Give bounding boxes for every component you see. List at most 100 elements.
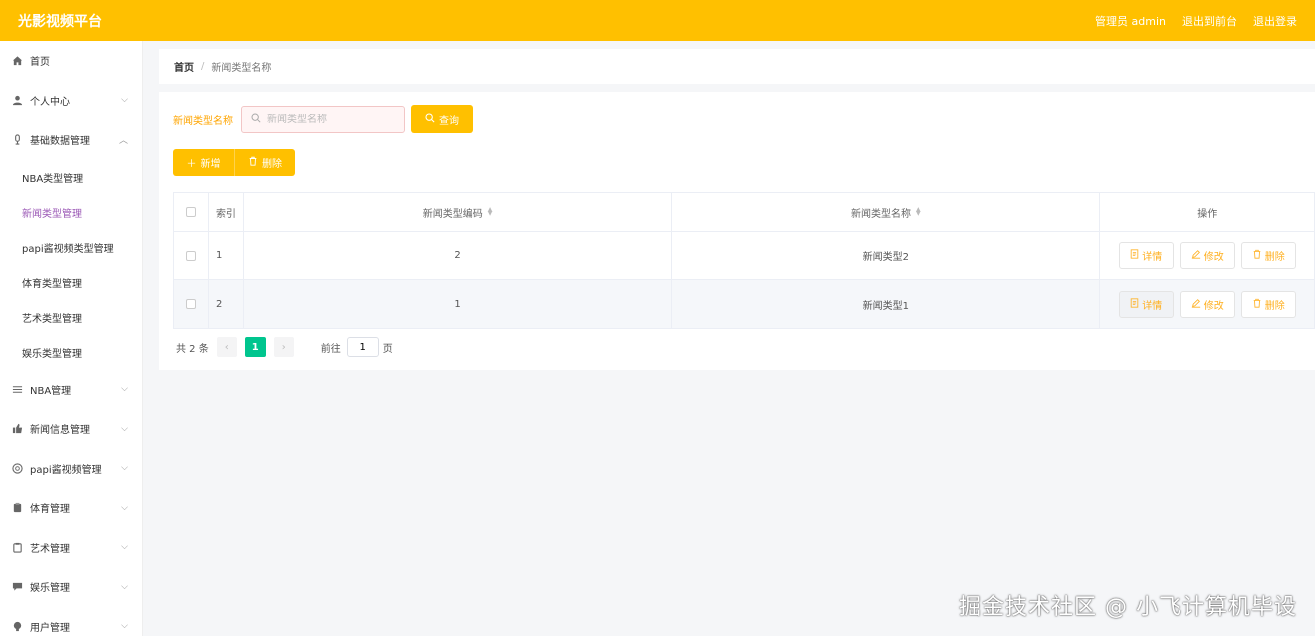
query-button[interactable]: 查询 [411,105,473,133]
sidebar-item-home[interactable]: 首页 [0,41,142,81]
delete-button[interactable]: 删除 [1240,290,1296,318]
sidebar-item-label: NBA管理 [30,385,72,397]
sidebar-item-label: 娱乐管理 [30,583,70,595]
delete-button-label: 删除 [1264,300,1285,312]
search-row: 新闻类型名称 查询 [173,105,473,133]
breadcrumb-home[interactable]: 首页 [174,59,194,74]
sidebar-item-users[interactable]: 用户管理 ⌵ [0,607,142,636]
row-name: 新闻类型1 [672,280,1101,328]
admin-label: 管理员 admin [1095,14,1166,28]
sidebar-subitem-ent-type[interactable]: 娱乐类型管理 [0,335,142,370]
sidebar-item-label: 首页 [30,57,50,69]
sidebar: 首页 个人中心 ⌵ 基础数据管理 ︿ NBA类型管理 新闻类型管理 papi酱视… [0,41,143,636]
search-icon [251,113,261,126]
sidebar-subitem-art-type[interactable]: 艺术类型管理 [0,300,142,335]
breadcrumb-current: 新闻类型名称 [211,63,272,74]
edit-icon [1191,298,1201,311]
delete-button[interactable]: 删除 [1240,242,1296,269]
home-icon [11,55,23,67]
page-number-active[interactable]: 1 [244,337,266,357]
breadcrumb: 首页 / 新闻类型名称 [159,49,1315,84]
sidebar-item-entertainment[interactable]: 娱乐管理 ⌵ [0,567,142,607]
bulb-icon [11,620,23,632]
header-check-cell [174,193,209,231]
sidebar-item-label: 用户管理 [30,622,70,634]
select-all-checkbox[interactable] [185,207,196,217]
header-code-label: 新闻类型编码 [422,208,483,220]
header-code[interactable]: 新闻类型编码 ▲ ▼ [244,193,673,231]
row-ops: 详情 修改 删除 [1100,280,1314,328]
thumb-icon [11,423,23,435]
watermark: 掘金技术社区 @ 小飞计算机毕设 [959,595,1297,620]
header-name[interactable]: 新闻类型名称 ▲ ▼ [672,193,1101,231]
row-index: 2 [209,280,244,328]
logout-link[interactable]: 退出登录 [1253,13,1297,29]
row-code: 1 [244,280,673,328]
trash-icon [1252,249,1262,262]
row-code: 2 [244,232,673,279]
next-page-button[interactable]: › [273,337,294,357]
header-name-label: 新闻类型名称 [850,208,911,220]
clipboard-icon [11,541,23,553]
detail-button[interactable]: 详情 [1118,242,1174,269]
sidebar-item-news[interactable]: 新闻信息管理 ⌵ [0,409,142,449]
sidebar-item-papi-video[interactable]: papi酱视频管理 ⌵ [0,449,142,489]
sidebar-subitem-label: NBA类型管理 [22,173,84,185]
front-link[interactable]: 退出到前台 [1182,13,1237,29]
trash-icon [248,156,258,169]
page-suffix: 页 [382,343,393,355]
goto-label: 前往 [320,343,341,355]
delete-button-label: 删除 [1264,252,1285,263]
prev-page-button[interactable]: ‹ [216,337,237,357]
sidebar-item-label: 新闻信息管理 [30,425,90,437]
goto-page-input[interactable] [348,341,377,353]
sidebar-subitem-nba-type[interactable]: NBA类型管理 [0,160,142,195]
header-index: 索引 [209,193,244,231]
sidebar-subitem-news-type[interactable]: 新闻类型管理 [0,195,142,230]
edit-button-label: 修改 [1203,252,1224,263]
chevron-down-icon: ⌵ [121,95,128,106]
sidebar-item-label: 艺术管理 [30,543,70,555]
detail-button[interactable]: 详情 [1118,290,1174,318]
chevron-down-icon: ⌵ [121,423,128,434]
edit-button[interactable]: 修改 [1179,290,1235,318]
search-input[interactable] [267,113,397,125]
batch-delete-button[interactable]: 删除 [234,149,295,176]
row-check-cell [174,232,209,279]
sort-icon[interactable]: ▲ ▼ [916,207,921,217]
list-icon [11,383,23,395]
search-label: 新闻类型名称 [173,115,233,127]
sidebar-subitem-papi-type[interactable]: papi酱视频类型管理 [0,230,142,265]
edit-button[interactable]: 修改 [1179,242,1235,269]
plus-icon: ＋ [186,159,197,170]
query-button-label: 查询 [439,115,459,127]
header-links: 管理员 admin 退出到前台 退出登录 [1095,13,1297,29]
app-title: 光影视频平台 [18,13,102,30]
edit-button-label: 修改 [1203,300,1224,312]
search-box [241,105,405,133]
edit-icon [1191,249,1201,262]
detail-button-label: 详情 [1142,300,1163,312]
sidebar-subitem-label: 艺术类型管理 [22,313,82,325]
table-row: 1 2 新闻类型2 详情 修改 删除 [174,232,1314,280]
detail-button-label: 详情 [1142,252,1163,263]
sidebar-item-basic-data[interactable]: 基础数据管理 ︿ [0,120,142,160]
sidebar-subitem-sports-type[interactable]: 体育类型管理 [0,265,142,300]
sort-icon[interactable]: ▲ ▼ [488,207,493,217]
trash-icon [1252,298,1262,311]
add-button[interactable]: ＋ 新增 [173,149,234,176]
user-icon [11,94,23,106]
row-checkbox[interactable] [185,299,196,309]
sidebar-item-profile[interactable]: 个人中心 ⌵ [0,81,142,121]
sidebar-item-nba[interactable]: NBA管理 ⌵ [0,370,142,410]
total-count: 共 2 条 [176,343,209,355]
chevron-down-icon: ⌵ [121,621,128,632]
row-checkbox[interactable] [185,250,196,261]
row-ops: 详情 修改 删除 [1100,232,1314,279]
batch-delete-button-label: 删除 [262,159,282,170]
sidebar-item-sports[interactable]: 体育管理 ⌵ [0,488,142,528]
mic-icon [11,134,23,146]
sidebar-item-art[interactable]: 艺术管理 ⌵ [0,528,142,568]
chevron-down-icon: ⌵ [121,384,128,395]
table-header-row: 索引 新闻类型编码 ▲ ▼ 新闻类型名称 ▲ ▼ 操作 [174,193,1314,232]
